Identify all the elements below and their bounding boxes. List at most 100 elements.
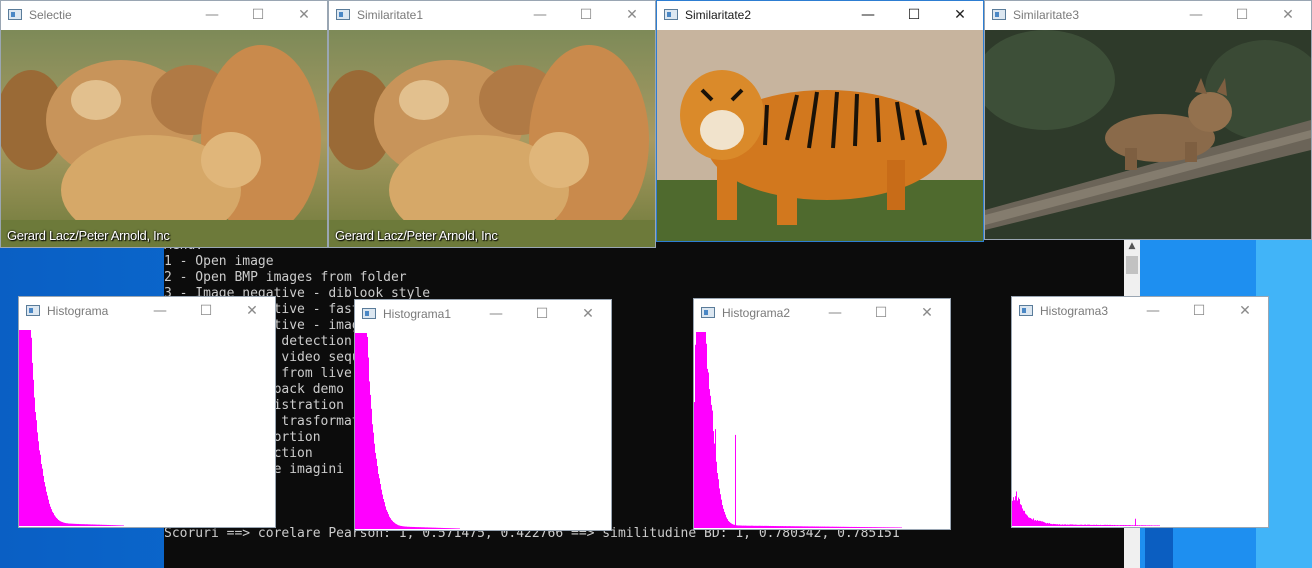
close-icon[interactable]: ✕: [229, 297, 275, 326]
maximize-icon[interactable]: ☐: [519, 300, 565, 329]
window-similaritate3[interactable]: Similaritate3 — ☐ ✕: [984, 0, 1312, 240]
histogram-bin: [1122, 525, 1123, 526]
maximize-icon[interactable]: ☐: [1176, 297, 1222, 326]
histogram-bin: [371, 408, 372, 529]
console-window[interactable]: Menu: 1 - Open image 2 - Open BMP images…: [164, 238, 1140, 568]
close-icon[interactable]: ✕: [1222, 297, 1268, 326]
histogram-bin: [870, 527, 871, 528]
close-icon[interactable]: ✕: [565, 300, 611, 329]
minimize-icon[interactable]: —: [189, 1, 235, 30]
histogram-plot: [694, 328, 950, 529]
titlebar[interactable]: Histograma3 — ☐ ✕: [1012, 297, 1268, 326]
histogram-bin: [727, 519, 728, 528]
histogram-bin: [1057, 524, 1058, 526]
histogram-bin: [359, 333, 360, 529]
close-icon[interactable]: ✕: [1265, 1, 1311, 30]
histogram-bin: [1126, 525, 1127, 526]
minimize-icon[interactable]: —: [1130, 297, 1176, 326]
minimize-icon[interactable]: —: [845, 1, 891, 30]
histogram-bin: [1106, 524, 1107, 526]
titlebar[interactable]: Histograma1 — ☐ ✕: [355, 300, 611, 329]
titlebar[interactable]: Histograma2 — ☐ ✕: [694, 299, 950, 328]
maximize-icon[interactable]: ☐: [235, 1, 281, 30]
titlebar[interactable]: Histograma — ☐ ✕: [19, 297, 275, 326]
histogram-bin: [749, 525, 750, 528]
window-histograma1[interactable]: Histograma1 — ☐ ✕: [354, 299, 612, 531]
histogram-bin: [798, 526, 799, 528]
maximize-icon[interactable]: ☐: [183, 297, 229, 326]
titlebar[interactable]: Selectie — ☐ ✕: [1, 1, 327, 30]
minimize-icon[interactable]: —: [812, 299, 858, 328]
histogram-bin: [797, 526, 798, 528]
window-histograma[interactable]: Histograma — ☐ ✕: [18, 296, 276, 528]
close-icon[interactable]: ✕: [609, 1, 655, 30]
histogram-bin: [1092, 524, 1093, 526]
maximize-icon[interactable]: ☐: [563, 1, 609, 30]
histogram-bin: [900, 527, 901, 528]
histogram-bin: [109, 525, 110, 526]
histogram-bin: [834, 526, 835, 528]
minimize-icon[interactable]: —: [137, 297, 183, 326]
histogram-bin: [763, 525, 764, 528]
close-icon[interactable]: ✕: [281, 1, 327, 30]
histogram-bin: [65, 523, 66, 526]
histogram-bin: [858, 526, 859, 528]
histogram-bin: [829, 526, 830, 528]
histogram-bin: [1020, 504, 1021, 526]
histogram-bin: [1035, 520, 1036, 526]
histogram-bin: [391, 519, 392, 529]
histogram-bin: [457, 528, 458, 529]
titlebar[interactable]: Similaritate1 — ☐ ✕: [329, 1, 655, 30]
histogram-bin: [379, 478, 380, 529]
window-selectie[interactable]: Selectie — ☐ ✕ Gerard Lacz/Peter Arnold,…: [0, 0, 328, 248]
histogram-bin: [63, 522, 64, 526]
histogram-bin: [418, 527, 419, 529]
window-similaritate2[interactable]: Similaritate2 — ☐ ✕: [656, 0, 984, 242]
histogram-bin: [37, 432, 38, 526]
histogram-bin: [1034, 520, 1035, 526]
histogram-bin: [866, 527, 867, 528]
scroll-up-arrow-icon[interactable]: ▲: [1124, 238, 1140, 254]
histogram-bin: [410, 526, 411, 529]
close-icon[interactable]: ✕: [904, 299, 950, 328]
histogram-bin: [454, 528, 455, 529]
maximize-icon[interactable]: ☐: [1219, 1, 1265, 30]
histogram-bin: [74, 523, 75, 526]
histogram-bin: [813, 526, 814, 528]
histogram-bin: [816, 526, 817, 528]
histogram-bin: [417, 527, 418, 529]
close-icon[interactable]: ✕: [937, 1, 983, 30]
histogram-bin: [67, 523, 68, 526]
maximize-icon[interactable]: ☐: [891, 1, 937, 30]
histogram-bin: [752, 525, 753, 528]
histogram-bin: [370, 394, 371, 529]
minimize-icon[interactable]: —: [517, 1, 563, 30]
minimize-icon[interactable]: —: [1173, 1, 1219, 30]
histogram-bin: [420, 527, 421, 529]
window-histograma3[interactable]: Histograma3 — ☐ ✕: [1011, 296, 1269, 528]
histogram-bin: [445, 528, 446, 529]
histogram-bin: [826, 526, 827, 528]
histogram-bin: [1049, 523, 1050, 526]
histogram-bin: [1044, 522, 1045, 526]
histogram-bin: [874, 527, 875, 528]
histogram-bin: [792, 526, 793, 528]
histogram-bin: [1062, 524, 1063, 526]
histogram-bin: [49, 503, 50, 526]
histogram-bin: [701, 332, 702, 528]
histogram-bin: [111, 525, 112, 526]
maximize-icon[interactable]: ☐: [858, 299, 904, 328]
histogram-plot: [355, 329, 611, 530]
minimize-icon[interactable]: —: [473, 300, 519, 329]
histogram-bin: [51, 509, 52, 526]
titlebar[interactable]: Similaritate3 — ☐ ✕: [985, 1, 1311, 30]
scroll-thumb[interactable]: [1126, 256, 1138, 274]
histogram-bin: [1151, 525, 1152, 526]
window-histograma2[interactable]: Histograma2 — ☐ ✕: [693, 298, 951, 530]
window-similaritate1[interactable]: Similaritate1 — ☐ ✕ Gerard Lacz/Peter Ar…: [328, 0, 656, 248]
histogram-bin: [1086, 524, 1087, 526]
histogram-bin: [1052, 524, 1053, 526]
titlebar[interactable]: Similaritate2 — ☐ ✕: [657, 1, 983, 30]
histogram-bin: [57, 518, 58, 526]
histogram-bin: [896, 527, 897, 528]
